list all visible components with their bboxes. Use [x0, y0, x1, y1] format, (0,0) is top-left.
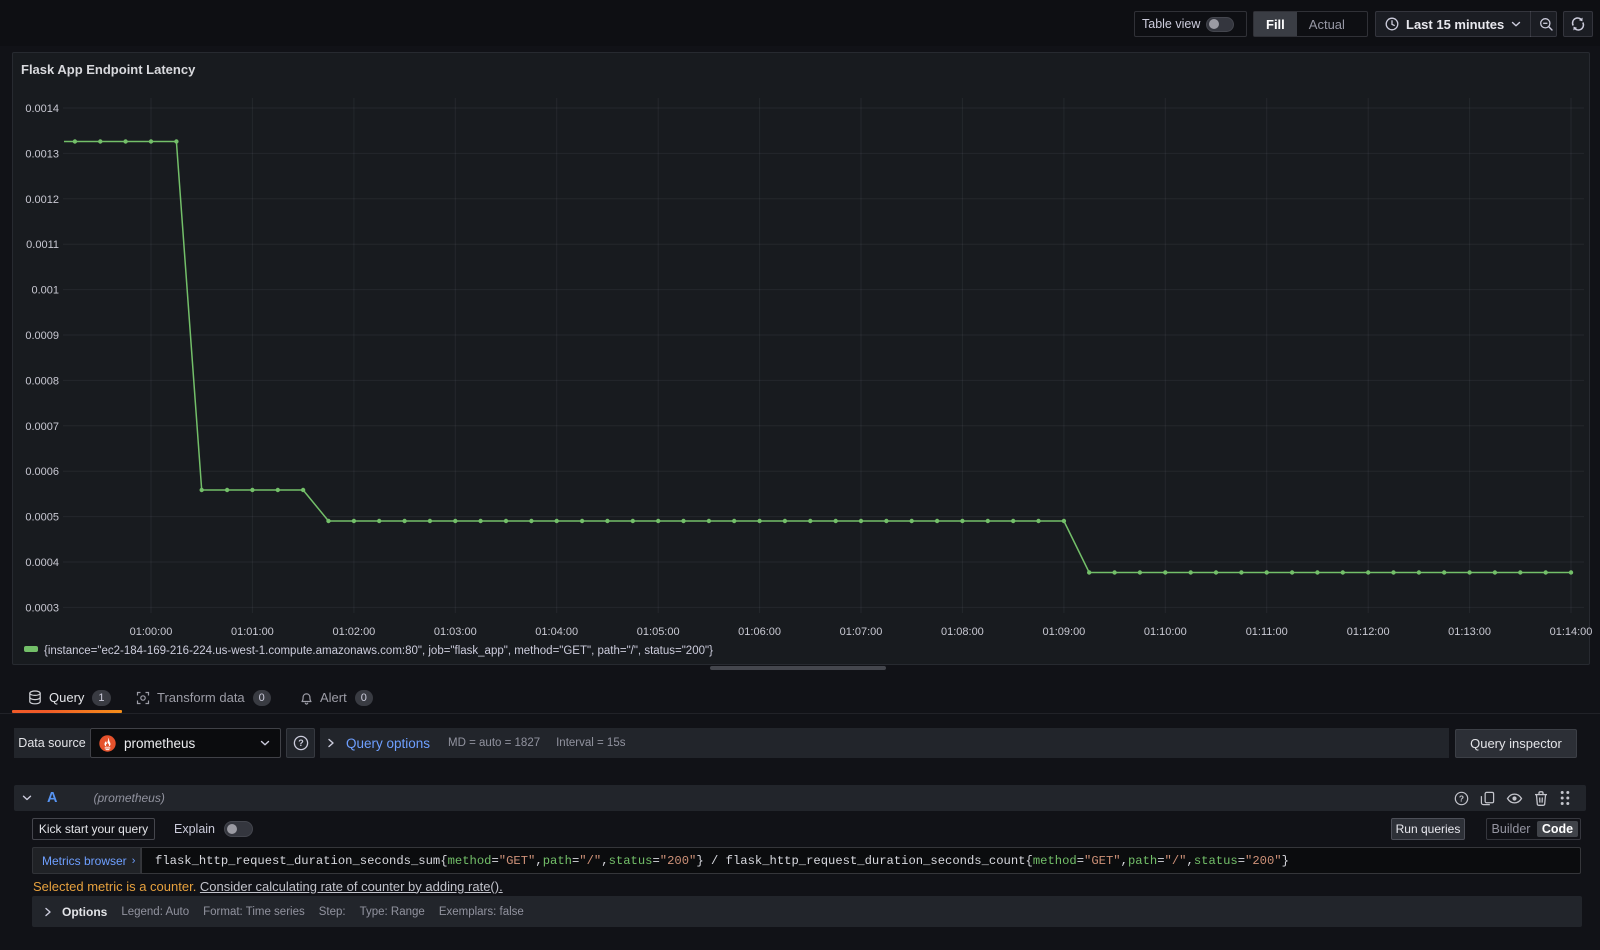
- svg-text:0.0009: 0.0009: [25, 330, 59, 342]
- svg-text:01:11:00: 01:11:00: [1246, 626, 1288, 638]
- svg-text:0.0012: 0.0012: [25, 194, 59, 206]
- svg-text:01:04:00: 01:04:00: [535, 626, 578, 638]
- svg-text:01:14:00: 01:14:00: [1550, 626, 1593, 638]
- svg-text:01:03:00: 01:03:00: [434, 626, 477, 638]
- svg-text:0.0006: 0.0006: [25, 466, 59, 478]
- svg-text:?: ?: [1459, 793, 1464, 803]
- svg-text:01:09:00: 01:09:00: [1042, 626, 1085, 638]
- svg-text:0.0011: 0.0011: [26, 239, 59, 251]
- svg-text:01:06:00: 01:06:00: [738, 626, 781, 638]
- svg-text:0.0004: 0.0004: [25, 557, 59, 569]
- svg-text:0.0008: 0.0008: [25, 375, 59, 387]
- svg-text:?: ?: [298, 738, 304, 748]
- svg-text:0.0007: 0.0007: [25, 421, 59, 433]
- svg-text:01:05:00: 01:05:00: [637, 626, 680, 638]
- svg-text:0.0003: 0.0003: [25, 602, 59, 614]
- svg-text:{instance="ec2-184-169-216-224: {instance="ec2-184-169-216-224.us-west-1…: [44, 645, 713, 657]
- svg-text:01:00:00: 01:00:00: [130, 626, 173, 638]
- svg-text:01:12:00: 01:12:00: [1347, 626, 1390, 638]
- svg-text:01:01:00: 01:01:00: [231, 626, 274, 638]
- svg-text:01:02:00: 01:02:00: [332, 626, 375, 638]
- svg-text:0.0014: 0.0014: [25, 103, 59, 115]
- svg-text:01:10:00: 01:10:00: [1144, 626, 1187, 638]
- svg-text:0.001: 0.001: [31, 285, 59, 297]
- svg-text:0.0013: 0.0013: [25, 148, 59, 160]
- svg-text:01:08:00: 01:08:00: [941, 626, 984, 638]
- svg-text:01:13:00: 01:13:00: [1448, 626, 1491, 638]
- svg-text:0.0005: 0.0005: [25, 512, 59, 524]
- svg-text:01:07:00: 01:07:00: [840, 626, 883, 638]
